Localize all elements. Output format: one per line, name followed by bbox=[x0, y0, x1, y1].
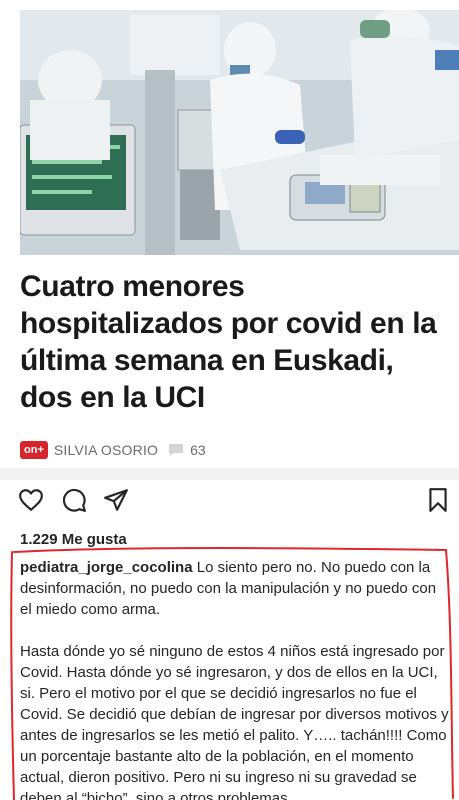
like-count[interactable]: 1.229 Me gusta bbox=[20, 531, 127, 548]
section-divider bbox=[0, 468, 459, 480]
post-action-bar bbox=[0, 482, 459, 518]
comment-count[interactable]: 63 bbox=[190, 442, 206, 458]
heart-icon bbox=[19, 489, 43, 511]
premium-badge: on+ bbox=[20, 441, 48, 459]
article-author[interactable]: SILVIA OSORIO bbox=[54, 442, 158, 458]
caption-paragraph-1: pediatra_jorge_cocolina Lo siento pero n… bbox=[20, 557, 450, 620]
post-caption: pediatra_jorge_cocolina Lo siento pero n… bbox=[20, 557, 450, 800]
article-headline[interactable]: Cuatro menores hospitalizados por covid … bbox=[20, 268, 450, 416]
top-strip bbox=[0, 0, 459, 10]
save-button[interactable] bbox=[424, 486, 452, 514]
article-byline: on+ SILVIA OSORIO 63 bbox=[20, 440, 206, 460]
like-button[interactable] bbox=[17, 486, 45, 514]
caption-paragraph-2: Hasta dónde yo sé ninguno de estos 4 niñ… bbox=[20, 643, 449, 800]
share-button[interactable] bbox=[102, 486, 130, 514]
speech-bubble-icon[interactable] bbox=[168, 443, 184, 457]
comment-bubble-icon bbox=[62, 488, 86, 512]
bookmark-icon bbox=[429, 488, 447, 512]
icu-scene-illustration bbox=[20, 10, 459, 255]
comment-button[interactable] bbox=[60, 486, 88, 514]
article-photo bbox=[20, 10, 459, 255]
paper-plane-icon bbox=[104, 489, 128, 511]
caption-username[interactable]: pediatra_jorge_cocolina bbox=[20, 559, 193, 576]
